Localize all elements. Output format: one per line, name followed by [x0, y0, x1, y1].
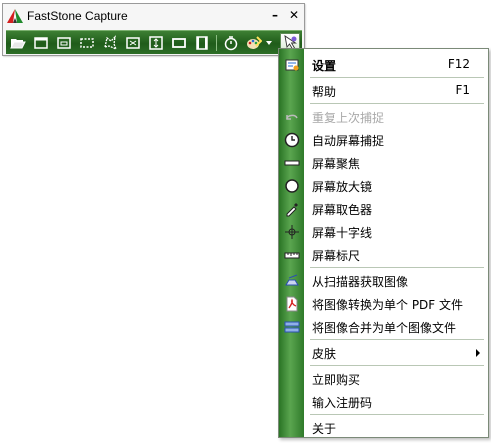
open-file-icon — [10, 39, 26, 49]
capture-fixed-region-button[interactable] — [169, 33, 189, 53]
menu-item-about[interactable]: 关于 — [279, 416, 488, 439]
menu-item-skin[interactable]: 皮肤 — [279, 341, 488, 364]
output-destination-button[interactable] — [244, 33, 264, 53]
menu-item-shortcut: F1 — [455, 83, 470, 97]
menu-item-label: 设置 — [312, 59, 337, 73]
ruler-icon — [283, 246, 300, 263]
toolbar-separator — [216, 35, 217, 51]
capture-full-screen-button[interactable] — [123, 33, 143, 53]
menu-separator — [310, 267, 484, 268]
minimize-button[interactable]: – — [267, 7, 283, 23]
menu-item-label: 屏幕十字线 — [312, 226, 373, 240]
menu-item-label: 皮肤 — [312, 347, 337, 361]
capture-active-window-icon — [34, 37, 48, 49]
delay-timer-button[interactable] — [221, 33, 241, 53]
menu-separator — [310, 414, 484, 415]
menu-item-shortcut: F12 — [447, 57, 470, 71]
menu-item-label: 将图像转换为单个 PDF 文件 — [312, 298, 464, 312]
menu-item-convert-to-pdf[interactable]: 将图像转换为单个 PDF 文件 — [279, 292, 488, 315]
menu-item-enter-registration-code[interactable]: 输入注册码 — [279, 390, 488, 413]
capture-fixed-region-icon — [172, 38, 186, 48]
clock-icon — [283, 131, 300, 148]
app-title: FastStone Capture — [27, 9, 128, 23]
scanner-icon — [283, 272, 300, 289]
open-file-button[interactable] — [8, 33, 28, 53]
combine-images-icon — [283, 318, 300, 335]
menu-item-color-picker[interactable]: 屏幕取色器 — [279, 197, 488, 220]
capture-window-object-button[interactable] — [54, 33, 74, 53]
close-button[interactable]: ✕ — [286, 7, 302, 23]
capture-window-object-icon — [57, 37, 71, 49]
menu-separator — [310, 103, 484, 104]
capture-full-screen-icon — [126, 37, 140, 49]
menu-item-screen-crosshair[interactable]: 屏幕十字线 — [279, 220, 488, 243]
pdf-icon — [283, 295, 300, 312]
menu-item-label: 重复上次捕捉 — [312, 111, 385, 125]
menu-item-label: 屏幕聚焦 — [312, 157, 361, 171]
settings-icon — [283, 56, 300, 73]
submenu-arrow-icon — [476, 349, 480, 357]
capture-rectangle-icon — [80, 38, 94, 48]
capture-freehand-icon — [104, 35, 118, 51]
menu-item-label: 屏幕标尺 — [312, 249, 361, 263]
faststone-logo-icon — [7, 9, 23, 23]
menu-item-label: 立即购买 — [312, 373, 361, 387]
menu-separator — [310, 365, 484, 366]
menu-item-settings[interactable]: 设置 F12 — [279, 53, 488, 76]
menu-item-screen-magnifier[interactable]: 屏幕放大镜 — [279, 174, 488, 197]
menu-item-screen-ruler[interactable]: 屏幕标尺 — [279, 243, 488, 266]
menu-item-label: 屏幕放大镜 — [312, 180, 373, 194]
menu-item-label: 帮助 — [312, 85, 337, 99]
menu-item-auto-capture[interactable]: 自动屏幕捕捉 — [279, 128, 488, 151]
menu-separator — [310, 77, 484, 78]
screen-recorder-button[interactable] — [192, 33, 212, 53]
title-bar[interactable]: FastStone Capture – ✕ — [3, 4, 304, 28]
capture-toolbar — [6, 30, 302, 54]
menu-item-label: 将图像合并为单个图像文件 — [312, 321, 457, 335]
color-picker-icon — [283, 200, 300, 217]
settings-context-menu: 设置 F12 帮助 F1 重复上次捕捉 自动屏幕捕捉 屏幕聚焦 屏幕放大镜 屏幕… — [278, 48, 489, 438]
menu-item-combine-images[interactable]: 将图像合并为单个图像文件 — [279, 315, 488, 338]
menu-item-label: 输入注册码 — [312, 396, 373, 410]
output-destination-icon — [247, 36, 262, 49]
menu-item-help[interactable]: 帮助 F1 — [279, 79, 488, 102]
menu-item-label: 从扫描器获取图像 — [312, 275, 409, 289]
capture-scrolling-window-button[interactable] — [146, 33, 166, 53]
crosshair-icon — [283, 223, 300, 240]
menu-item-buy-now[interactable]: 立即购买 — [279, 367, 488, 390]
menu-separator — [310, 339, 484, 340]
menu-item-screen-spotlight[interactable]: 屏幕聚焦 — [279, 151, 488, 174]
faststone-toolbar-window: FastStone Capture – ✕ — [2, 3, 305, 56]
delay-timer-icon — [224, 36, 238, 51]
menu-item-acquire-from-scanner[interactable]: 从扫描器获取图像 — [279, 269, 488, 292]
repeat-icon — [283, 108, 300, 125]
menu-item-repeat-last-capture: 重复上次捕捉 — [279, 105, 488, 128]
capture-active-window-button[interactable] — [31, 33, 51, 53]
menu-item-label: 屏幕取色器 — [312, 203, 373, 217]
menu-item-label: 关于 — [312, 422, 337, 436]
spotlight-icon — [283, 154, 300, 171]
output-dropdown-caret[interactable] — [266, 41, 272, 45]
menu-item-label: 自动屏幕捕捉 — [312, 134, 385, 148]
capture-freehand-button[interactable] — [100, 33, 120, 53]
screen-recorder-icon — [196, 36, 208, 50]
capture-rectangle-button[interactable] — [77, 33, 97, 53]
magnifier-icon — [283, 177, 300, 194]
capture-scrolling-window-icon — [149, 36, 163, 50]
